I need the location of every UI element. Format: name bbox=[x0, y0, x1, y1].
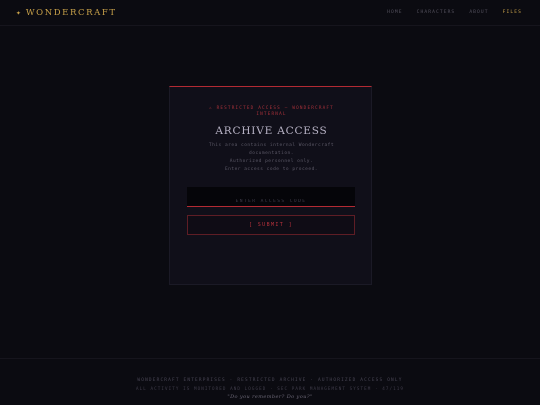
footer-quote: "Do you remember? Do you?" bbox=[227, 394, 313, 400]
access-description: This area contains internal Wondercraft … bbox=[170, 142, 373, 174]
archive-access-card: ⚠ RESTRICTED ACCESS — WONDERCRAFT INTERN… bbox=[169, 86, 372, 285]
access-code-input[interactable] bbox=[187, 192, 355, 211]
description-line: Enter access code to proceed. bbox=[224, 167, 319, 172]
site-header: ✦ WONDERCRAFT HOME CHARACTERS ABOUT FILE… bbox=[0, 0, 540, 26]
nav-item-files[interactable]: FILES bbox=[503, 10, 522, 15]
description-line: documentation. bbox=[249, 151, 294, 156]
nav-item-home[interactable]: HOME bbox=[387, 10, 402, 15]
main-nav: HOME CHARACTERS ABOUT FILES bbox=[387, 10, 522, 15]
restricted-access-label: ⚠ RESTRICTED ACCESS — WONDERCRAFT INTERN… bbox=[209, 106, 334, 117]
submit-button[interactable]: [ SUBMIT ] bbox=[187, 215, 355, 235]
brand-logo[interactable]: ✦ WONDERCRAFT bbox=[16, 8, 117, 18]
star-icon: ✦ bbox=[16, 7, 21, 17]
nav-item-characters[interactable]: CHARACTERS bbox=[417, 10, 456, 15]
nav-item-about[interactable]: ABOUT bbox=[469, 10, 488, 15]
access-code-field bbox=[187, 187, 355, 211]
brand-name: WONDERCRAFT bbox=[25, 7, 117, 18]
site-footer: WONDERCRAFT ENTERPRISES · RESTRICTED ARC… bbox=[0, 358, 540, 405]
description-line: Authorized personnel only. bbox=[229, 159, 314, 164]
footer-line-1: WONDERCRAFT ENTERPRISES · RESTRICTED ARC… bbox=[137, 378, 403, 383]
footer-line-2: ALL ACTIVITY IS MONITORED AND LOGGED · S… bbox=[136, 386, 404, 391]
description-line: This area contains internal Wondercraft bbox=[208, 143, 335, 148]
page-title: ARCHIVE ACCESS bbox=[215, 125, 328, 137]
